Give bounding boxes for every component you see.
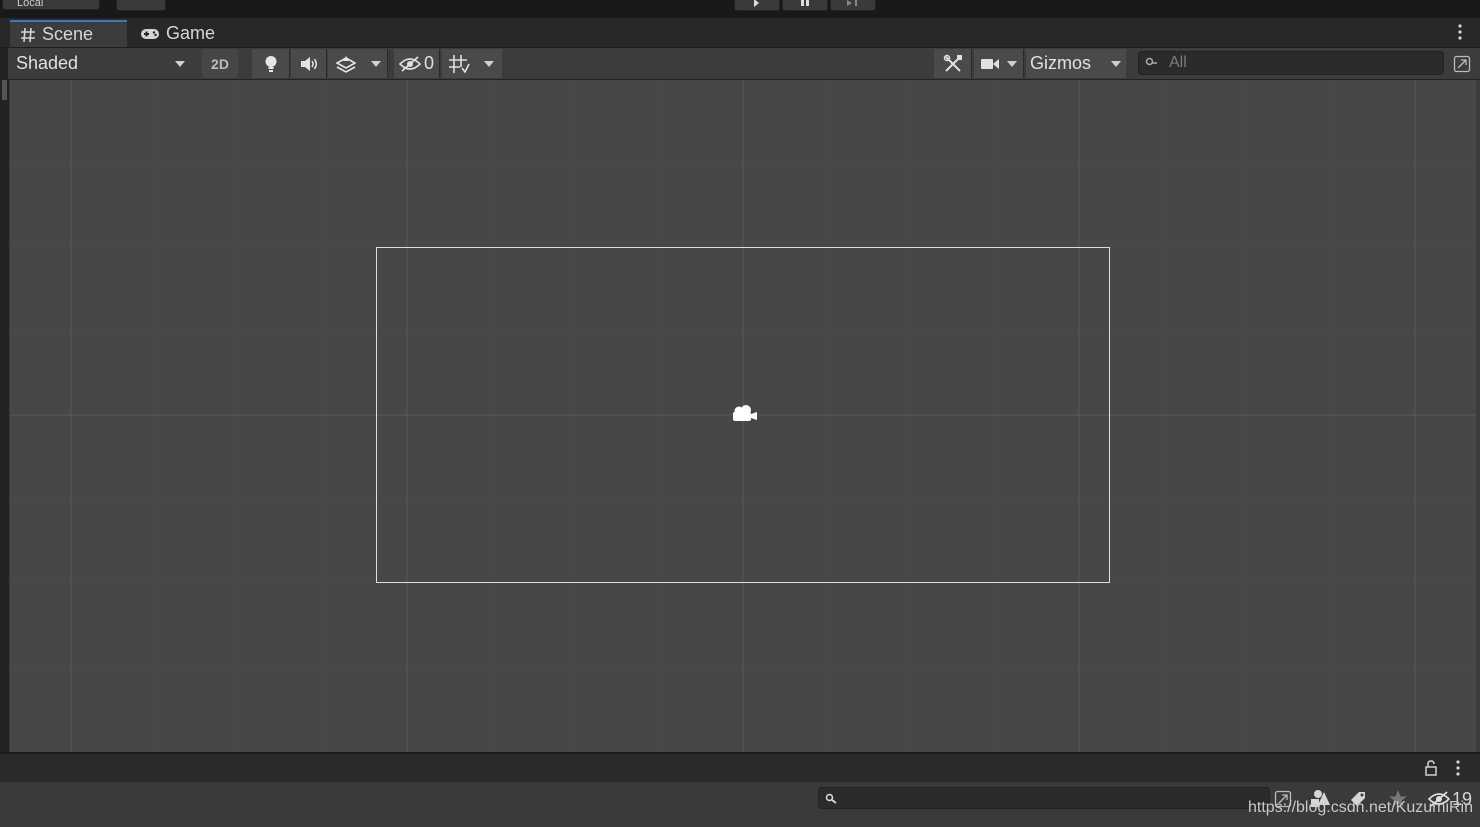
tab-scene[interactable]: Scene: [10, 20, 127, 47]
grid-toggle[interactable]: [442, 49, 476, 78]
lock-icon[interactable]: [1424, 760, 1438, 776]
grid-dropdown[interactable]: [476, 49, 502, 78]
lighting-toggle[interactable]: [252, 49, 290, 78]
lightbulb-icon: [265, 55, 276, 72]
window-tab-bar: Scene Game: [0, 18, 1480, 48]
maximize-icon: [1453, 55, 1471, 72]
gizmos-dropdown[interactable]: [1106, 49, 1126, 78]
tab-game[interactable]: Game: [130, 20, 240, 47]
maximize-search-button[interactable]: [1448, 49, 1476, 78]
step-button[interactable]: [830, 0, 876, 11]
chevron-down-icon: [1111, 60, 1121, 67]
step-icon: [847, 0, 857, 6]
project-panel-header: [0, 752, 1480, 782]
2d-mode-label: 2D: [211, 55, 229, 72]
shading-mode-dropdown[interactable]: Shaded: [10, 49, 192, 78]
shading-mode-value: Shaded: [16, 53, 79, 73]
effects-dropdown[interactable]: [364, 49, 388, 78]
scene-search-input[interactable]: All: [1138, 51, 1444, 75]
search-placeholder: All: [1169, 54, 1187, 71]
search-icon: [825, 793, 837, 804]
pause-icon: [801, 0, 809, 6]
local-label: Local: [17, 0, 44, 9]
layers-effects-icon: [336, 55, 356, 73]
scene-toolbar: Shaded 2D 0 Gizmos All: [8, 48, 1480, 80]
2d-mode-toggle[interactable]: 2D: [202, 49, 238, 78]
eye-slash-icon: [398, 55, 421, 72]
top-toolbar: Local: [0, 0, 1480, 18]
search-icon: [1145, 57, 1157, 66]
camera-gizmo-icon[interactable]: [729, 402, 759, 426]
hidden-count: 0: [423, 53, 434, 73]
chevron-down-icon: [484, 60, 494, 67]
project-search-input[interactable]: [818, 787, 1270, 809]
pivot-local-toggle[interactable]: Local: [2, 0, 100, 10]
grid-icon: [449, 54, 470, 74]
watermark-text: https://blog.csdn.net/KuzumiRin: [1248, 799, 1474, 816]
kebab-menu-icon[interactable]: [1458, 24, 1462, 40]
tab-scene-label: Scene: [42, 24, 94, 44]
tab-game-label: Game: [166, 23, 216, 43]
tools-crossed-icon: [943, 54, 962, 72]
play-icon: [754, 0, 759, 7]
gizmos-label: Gizmos: [1030, 53, 1092, 73]
chevron-down-icon: [370, 60, 381, 67]
scene-camera-dropdown[interactable]: [974, 49, 1024, 78]
effects-toggle[interactable]: [328, 49, 364, 78]
tools-overlay-toggle[interactable]: [934, 49, 972, 78]
gizmos-toggle[interactable]: Gizmos: [1026, 49, 1106, 78]
kebab-menu-icon[interactable]: [1456, 760, 1460, 776]
gamepad-icon: [141, 28, 159, 39]
scene-visibility-toggle[interactable]: 0: [394, 49, 440, 78]
grid-hash-icon: [21, 27, 35, 42]
undo-history-button[interactable]: [116, 0, 166, 11]
chevron-down-icon: [175, 60, 185, 67]
audio-toggle[interactable]: [291, 49, 327, 78]
panel-resize-handle[interactable]: [2, 80, 7, 100]
speaker-icon: [300, 56, 317, 71]
video-camera-icon: [980, 58, 999, 69]
scene-viewport[interactable]: [10, 80, 1476, 752]
chevron-down-icon: [1006, 60, 1017, 67]
left-panel-edge: [0, 48, 9, 752]
pause-button[interactable]: [782, 0, 828, 11]
play-button[interactable]: [734, 0, 780, 11]
